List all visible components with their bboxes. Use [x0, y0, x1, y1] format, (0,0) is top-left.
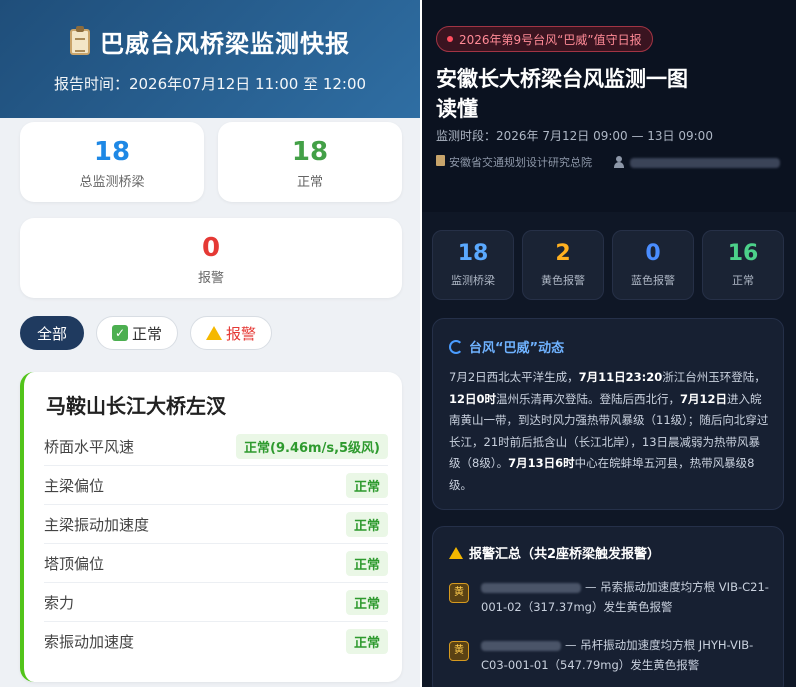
stat-card-normal: 18 正常: [218, 122, 402, 202]
stat-monitored-bridges: 18 监测桥梁: [432, 230, 514, 300]
status-badge: 正常: [345, 472, 388, 498]
status-badge: 正常: [345, 589, 388, 615]
bridge-name: 马鞍山长江大桥左汊: [46, 394, 226, 418]
status-badge: 正常(9.46m/s,5级风): [236, 433, 388, 459]
status-badge: 正常: [345, 511, 388, 537]
typhoon-icon: [449, 339, 463, 354]
organization: 安徽省交通规划设计研究总院: [436, 154, 606, 172]
stat-total-value: 18: [93, 137, 131, 167]
left-report-panel: 巴威台风桥梁监测快报 报告时间：2026年07月12日 11:00 至 12:0…: [0, 0, 420, 687]
infographic-title: 安徽长大桥梁台风监测一图读懂: [436, 67, 688, 121]
person-icon: [614, 156, 624, 168]
stat-normal: 16 正常: [702, 230, 784, 300]
monitoring-period: 监测时段：2026年 7月12日 09:00 — 13日 09:00: [436, 129, 713, 143]
metric-row: 主梁振动加速度 正常: [44, 505, 388, 544]
warning-icon: [205, 326, 222, 340]
redacted-bridge-name: [481, 640, 561, 651]
alarm-heading: 报警汇总（共2座桥梁触发报警）: [469, 547, 661, 562]
alarm-summary-card: 报警汇总（共2座桥梁触发报警） 黄 — 吊索振动加速度均方根 VIB-C21-0…: [432, 526, 784, 687]
stat-alarm-value: 0: [201, 233, 221, 263]
metric-row: 主梁偏位 正常: [44, 466, 388, 505]
redacted-author: [630, 158, 780, 168]
status-badge: 正常: [345, 550, 388, 576]
stat-normal-label: 正常: [296, 175, 323, 190]
dot-icon: [447, 36, 453, 42]
bridge-card[interactable]: 马鞍山长江大桥左汊 桥面水平风速 正常(9.46m/s,5级风) 主梁偏位 正常…: [20, 372, 402, 682]
filter-all-button[interactable]: 全部: [20, 316, 84, 350]
typhoon-description: 7月2日西北太平洋生成，7月11日23:20浙江台州玉环登陆，12日0时温州乐清…: [449, 370, 769, 492]
stat-total-label: 总监测桥梁: [79, 175, 145, 190]
redacted-bridge-name: [481, 582, 581, 593]
report-time: 报告时间：2026年07月12日 11:00 至 12:00: [53, 75, 367, 93]
typhoon-dynamics-card: 台风“巴威”动态 7月2日西北太平洋生成，7月11日23:20浙江台州玉环登陆，…: [432, 318, 784, 510]
metric-row: 索振动加速度 正常: [44, 622, 388, 661]
metric-row: 索力 正常: [44, 583, 388, 622]
status-badge: 正常: [345, 629, 388, 654]
clipboard-icon: [70, 25, 90, 55]
filter-alarm-button[interactable]: 报警: [190, 316, 272, 350]
stat-card-alarm: 0 报警: [20, 218, 402, 298]
infographic-header: 2026年第9号台风“巴威”值守日报 安徽长大桥梁台风监测一图读懂 监测时段：2…: [422, 0, 796, 212]
stat-card-total: 18 总监测桥梁: [20, 122, 204, 202]
report-title: 巴威台风桥梁监测快报: [100, 30, 350, 58]
document-icon: [436, 155, 445, 166]
metric-row: 塔顶偏位 正常: [44, 544, 388, 583]
stat-normal-value: 18: [291, 137, 329, 167]
report-badge: 2026年第9号台风“巴威”值守日报: [436, 26, 653, 52]
yellow-tag: 黄: [449, 583, 469, 603]
metric-row: 桥面水平风速 正常(9.46m/s,5级风): [44, 427, 388, 466]
report-header: 巴威台风桥梁监测快报 报告时间：2026年07月12日 11:00 至 12:0…: [0, 0, 420, 118]
warning-icon: [449, 546, 463, 559]
right-infographic-panel: 2026年第9号台风“巴威”值守日报 安徽长大桥梁台风监测一图读懂 监测时段：2…: [422, 0, 796, 687]
stat-yellow-alarm: 2 黄色报警: [522, 230, 604, 300]
yellow-tag: 黄: [449, 641, 469, 661]
stat-alarm-label: 报警: [197, 271, 224, 286]
filter-normal-button[interactable]: ✓ 正常: [96, 316, 178, 350]
check-icon: ✓: [111, 325, 128, 341]
stat-blue-alarm: 0 蓝色报警: [612, 230, 694, 300]
typhoon-heading: 台风“巴威”动态: [469, 341, 565, 356]
